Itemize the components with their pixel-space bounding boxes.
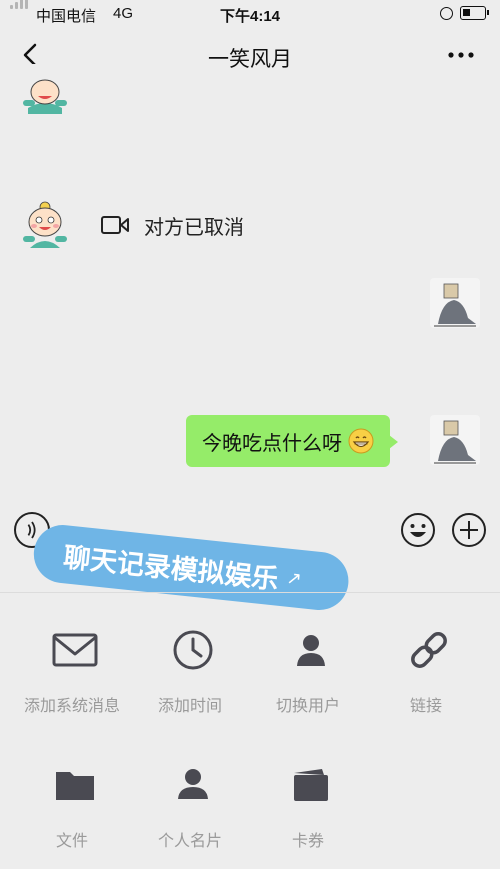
tool-link[interactable]: 链接 — [366, 596, 486, 716]
emoji-button-icon[interactable] — [400, 512, 436, 548]
folder-icon — [56, 772, 94, 800]
wallet-icon — [294, 769, 328, 801]
tool-add-system-message[interactable]: 添加系统消息 — [12, 596, 132, 716]
external-arrow-icon: ↗ — [285, 567, 303, 589]
tool-label: 添加系统消息 — [23, 698, 120, 715]
self-avatar[interactable] — [430, 415, 480, 465]
tool-label: 文件 — [55, 833, 88, 850]
grinning-face-emoji — [348, 428, 374, 454]
battery-icon — [460, 6, 489, 20]
more-functions-icon[interactable] — [451, 512, 487, 548]
tool-add-time[interactable]: 添加时间 — [130, 596, 250, 716]
link-icon — [411, 632, 447, 668]
panel-divider — [0, 592, 500, 593]
clock-time: 下午4:14 — [219, 8, 281, 25]
sent-message-bubble[interactable]: 今晚吃点什么呀 — [186, 415, 398, 467]
contact-card-icon — [178, 769, 208, 799]
chat-title: 一笑风月 — [208, 48, 292, 71]
more-options-icon[interactable] — [446, 42, 476, 68]
orientation-lock-icon — [440, 7, 453, 20]
tool-label: 卡券 — [291, 833, 324, 850]
message-text: 今晚吃点什么呀 — [202, 432, 342, 455]
status-bar: 中国电信 4G 下午4:14 — [0, 0, 500, 28]
tool-label: 个人名片 — [157, 833, 222, 850]
tool-label: 添加时间 — [157, 698, 222, 715]
contact-avatar[interactable] — [20, 200, 70, 250]
tool-label: 链接 — [409, 698, 442, 715]
tool-label: 切换用户 — [275, 698, 340, 715]
envelope-icon — [52, 633, 98, 667]
video-camera-icon — [101, 216, 129, 234]
call-status-text: 对方已取消 — [144, 216, 244, 239]
tool-contact-card[interactable]: 个人名片 — [130, 731, 250, 851]
tool-file[interactable]: 文件 — [12, 731, 132, 851]
user-icon — [297, 635, 325, 666]
self-avatar[interactable] — [430, 278, 480, 328]
tool-switch-user[interactable]: 切换用户 — [248, 596, 368, 716]
tool-coupon[interactable]: 卡券 — [248, 731, 368, 851]
contact-avatar[interactable] — [20, 64, 70, 114]
video-call-message[interactable]: 对方已取消 — [100, 206, 244, 244]
chat-header: 一笑风月 — [0, 28, 500, 84]
banner-text: 聊天记录模拟娱乐 — [62, 541, 280, 595]
clock-icon — [173, 630, 213, 670]
